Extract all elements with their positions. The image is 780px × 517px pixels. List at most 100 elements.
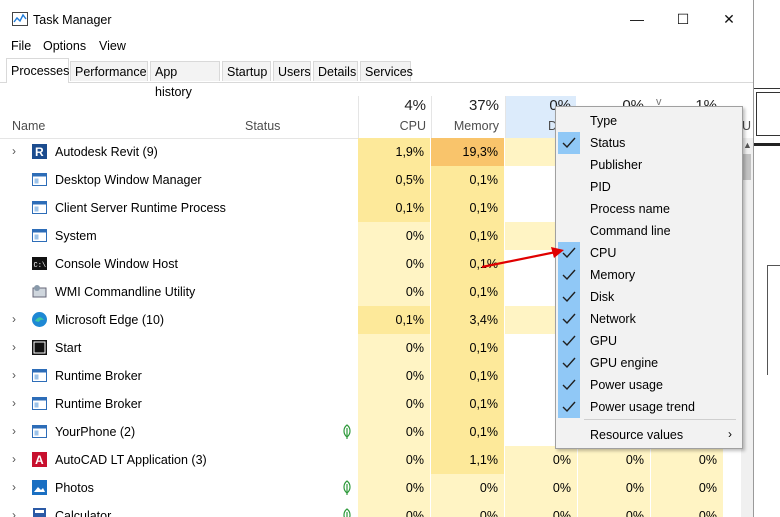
minimize-button[interactable]: —: [614, 0, 660, 38]
menu-item-type[interactable]: Type: [556, 110, 742, 132]
window-icon: [31, 171, 48, 188]
gpu-cell: 0%: [651, 502, 724, 517]
menu-item-memory[interactable]: Memory: [556, 264, 742, 286]
tab-app-history[interactable]: App history: [150, 61, 220, 99]
menu-item-network[interactable]: Network: [556, 308, 742, 330]
tab-strip: Processes Performance App history Startu…: [0, 58, 753, 99]
cpu-cell: 0%: [358, 418, 431, 446]
console-icon: C:\: [31, 255, 48, 272]
process-name: Calculator: [55, 509, 112, 517]
menu-item-label: Process name: [590, 202, 670, 216]
menu-item-publisher[interactable]: Publisher: [556, 154, 742, 176]
menu-item-label: Type: [590, 114, 618, 128]
menu-item-power-usage[interactable]: Power usage: [556, 374, 742, 396]
process-name: AutoCAD LT Application (3): [55, 453, 207, 467]
expand-chevron-icon[interactable]: ›: [12, 368, 16, 382]
memory-cell: 0%: [431, 474, 505, 502]
menu-item-process-name[interactable]: Process name: [556, 198, 742, 220]
menu-item-label: GPU engine: [590, 356, 659, 370]
expand-chevron-icon[interactable]: ›: [12, 424, 16, 438]
menu-item-label: Network: [590, 312, 636, 326]
menu-item-pid[interactable]: PID: [556, 176, 742, 198]
cpu-cell: 0%: [358, 502, 431, 517]
window-icon: [31, 423, 48, 440]
menu-item-label: Memory: [590, 268, 636, 282]
checkmark-icon: [558, 396, 580, 418]
cpu-cell: 0%: [358, 446, 431, 474]
tab-startup[interactable]: Startup: [222, 61, 271, 81]
checkmark-icon: [558, 330, 580, 352]
checkmark-icon: [558, 352, 580, 374]
memory-cell: 0,1%: [431, 194, 505, 222]
scrollbar-thumb[interactable]: [743, 154, 751, 180]
tab-services[interactable]: Services: [360, 61, 413, 81]
edge-icon: [31, 311, 48, 328]
menu-item-resource-values[interactable]: Resource values ›: [556, 424, 742, 446]
autocad-icon: A: [31, 451, 48, 468]
cpu-cell: 0,5%: [358, 166, 431, 194]
column-memory[interactable]: Memory: [431, 119, 499, 133]
cpu-cell: 0%: [358, 474, 431, 502]
expand-chevron-icon[interactable]: ›: [12, 312, 16, 326]
svg-text:A: A: [35, 453, 44, 467]
menu-item-disk[interactable]: Disk: [556, 286, 742, 308]
window-title: Task Manager: [33, 13, 112, 27]
expand-chevron-icon[interactable]: ›: [12, 396, 16, 410]
table-row[interactable]: › A AutoCAD LT Application (3) 0% 1,1% 0% 0% 0%: [0, 446, 753, 474]
process-name: Start: [55, 341, 82, 355]
table-row[interactable]: › Calculator 0% 0% 0% 0% 0%: [0, 502, 753, 517]
menu-item-label: Power usage trend: [590, 400, 695, 414]
calculator-icon: [31, 507, 48, 517]
menu-item-gpu-engine[interactable]: GPU engine: [556, 352, 742, 374]
column-disk[interactable]: D: [505, 119, 557, 133]
menu-view[interactable]: View: [99, 39, 126, 53]
expand-chevron-icon[interactable]: ›: [12, 480, 16, 494]
memory-total: 37%: [468, 97, 499, 114]
background-app-area: [753, 0, 780, 517]
menu-item-gpu[interactable]: GPU: [556, 330, 742, 352]
column-status[interactable]: Status: [245, 119, 280, 133]
scroll-up-icon[interactable]: ▲: [743, 140, 752, 150]
close-button[interactable]: ✕: [706, 0, 752, 38]
menu-item-power-usage-trend[interactable]: Power usage trend: [556, 396, 742, 418]
window-icon: [31, 199, 48, 216]
menu-file[interactable]: File: [11, 39, 31, 53]
tab-performance[interactable]: Performance: [70, 61, 148, 81]
memory-cell: 3,4%: [431, 306, 505, 334]
process-name: Microsoft Edge (10): [55, 313, 165, 327]
title-bar: Task Manager — ☐ ✕: [0, 0, 753, 38]
expand-chevron-icon[interactable]: ›: [12, 144, 16, 158]
menu-item-cpu[interactable]: CPU: [556, 242, 742, 264]
process-name: Photos: [55, 481, 94, 495]
menu-item-command-line[interactable]: Command line: [556, 220, 742, 242]
cpu-cell: 0%: [358, 222, 431, 250]
menu-item-status[interactable]: Status: [556, 132, 742, 154]
tab-users[interactable]: Users: [273, 61, 311, 81]
menu-item-label: Status: [590, 136, 626, 150]
memory-cell: 19,3%: [431, 138, 505, 166]
process-name: System: [55, 229, 97, 243]
cpu-cell: 0%: [358, 390, 431, 418]
process-name: Autodesk Revit (9): [55, 145, 158, 159]
expand-chevron-icon[interactable]: ›: [12, 340, 16, 354]
tab-processes[interactable]: Processes: [6, 58, 69, 83]
column-name[interactable]: Name: [12, 119, 45, 133]
checkmark-icon: [558, 286, 580, 308]
maximize-button[interactable]: ☐: [660, 0, 706, 38]
memory-cell: 1,1%: [431, 446, 505, 474]
column-cpu[interactable]: CPU: [358, 119, 426, 133]
process-name: YourPhone (2): [55, 425, 136, 439]
tab-details[interactable]: Details: [313, 61, 358, 81]
memory-cell: 0,1%: [431, 334, 505, 362]
cpu-cell: 0%: [358, 250, 431, 278]
wmi-icon: [31, 283, 48, 300]
gpu-cell: 0%: [651, 474, 724, 502]
expand-chevron-icon[interactable]: ›: [12, 508, 16, 517]
cpu-total: 4%: [404, 97, 426, 114]
table-row[interactable]: › Photos 0% 0% 0% 0% 0%: [0, 474, 753, 502]
menu-item-label: PID: [590, 180, 611, 194]
menu-options[interactable]: Options: [43, 39, 86, 53]
task-manager-icon: [12, 12, 28, 26]
expand-chevron-icon[interactable]: ›: [12, 452, 16, 466]
process-name: Console Window Host: [55, 257, 178, 271]
